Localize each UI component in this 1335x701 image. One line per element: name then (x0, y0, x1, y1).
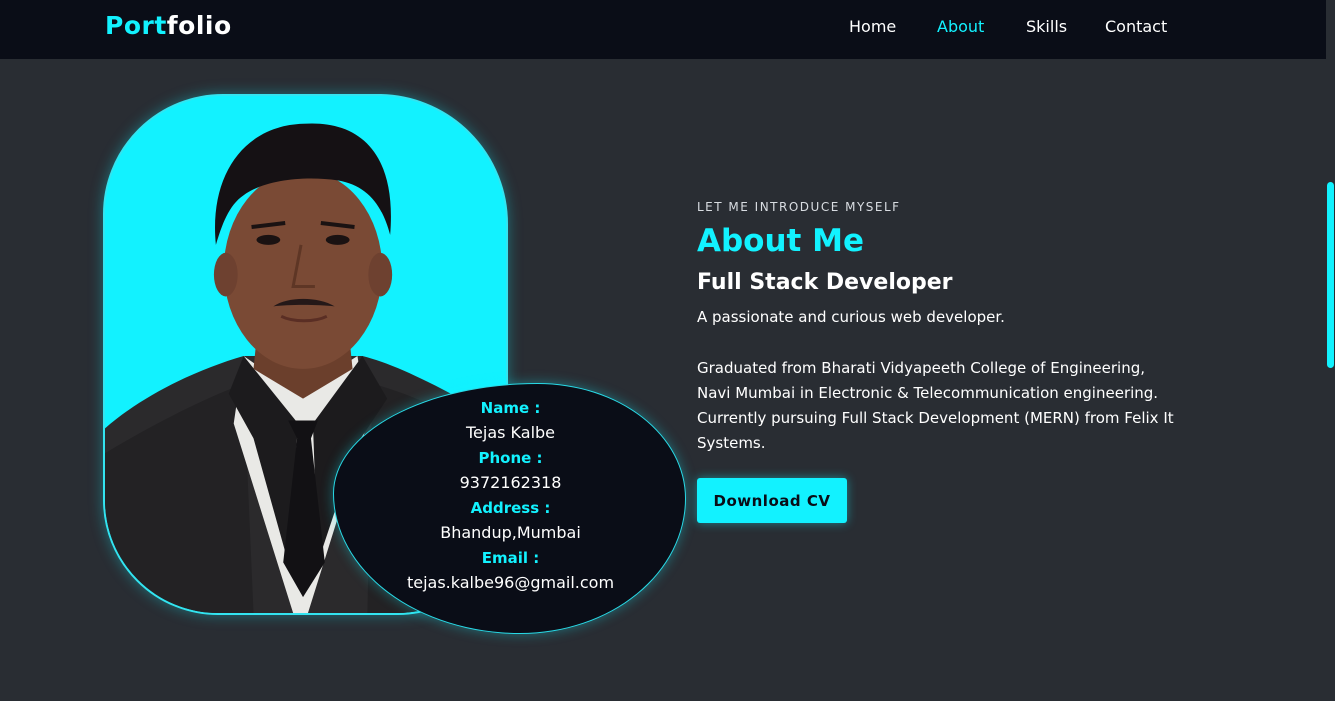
navbar: Portfolio Home About Skills Contact (0, 0, 1326, 59)
bio-paragraph: Graduated from Bharati Vidyapeeth Colleg… (697, 356, 1197, 456)
scrollbar-thumb[interactable] (1327, 182, 1334, 368)
logo-link[interactable]: Portfolio (105, 11, 232, 40)
logo-part2: folio (166, 11, 232, 40)
bio-line: Currently pursuing Full Stack Developmen… (697, 409, 1174, 427)
address-value: Bhandup,Mumbai (440, 523, 581, 542)
tagline: A passionate and curious web developer. (697, 308, 1005, 326)
nav-skills-link[interactable]: Skills (1026, 17, 1067, 36)
bio-line: Systems. (697, 434, 766, 452)
phone-value: 9372162318 (459, 473, 562, 492)
section-kicker: LET ME INTRODUCE MYSELF (697, 200, 901, 214)
nav-home-link[interactable]: Home (849, 17, 896, 36)
nav-contact-link[interactable]: Contact (1105, 17, 1167, 36)
logo-part1: Port (105, 11, 167, 40)
download-cv-button[interactable]: Download CV (697, 478, 847, 523)
phone-label: Phone : (478, 449, 543, 467)
name-value: Tejas Kalbe (465, 423, 556, 442)
bio-line: Navi Mumbai in Electronic & Telecommunic… (697, 384, 1159, 402)
role-heading: Full Stack Developer (697, 270, 953, 295)
nav-about-link[interactable]: About (937, 17, 984, 36)
address-label: Address : (470, 499, 551, 517)
email-label: Email : (481, 549, 540, 567)
email-value: tejas.kalbe96@gmail.com (406, 573, 615, 592)
bio-line: Graduated from Bharati Vidyapeeth Colleg… (697, 359, 1145, 377)
name-label: Name : (480, 399, 541, 417)
about-title: About Me (697, 223, 865, 259)
